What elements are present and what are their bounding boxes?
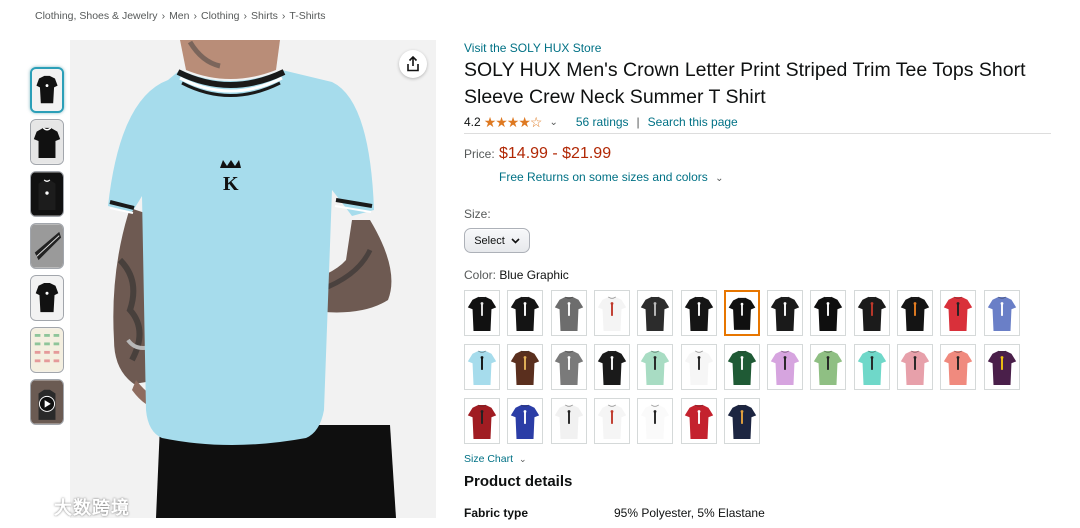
color-swatch[interactable] <box>723 344 760 390</box>
color-swatch[interactable] <box>593 290 630 336</box>
color-swatch[interactable] <box>637 344 674 390</box>
price-row: Price: $14.99 - $21.99 <box>464 145 1054 163</box>
thumbnail-3[interactable] <box>30 171 64 217</box>
chevron-down-icon <box>511 237 520 244</box>
breadcrumb-item[interactable]: Shirts <box>251 10 278 22</box>
star-rating-icon[interactable]: ★★★★☆ <box>484 114 543 131</box>
color-value: Blue Graphic <box>499 268 569 282</box>
color-swatch[interactable] <box>810 344 847 390</box>
breadcrumb: Clothing, Shoes & Jewelry › Men › Clothing › S… <box>35 10 326 22</box>
search-page-link[interactable]: Search this page <box>648 115 738 129</box>
fabric-type-row: Fabric type 95% Polyester, 5% Elastane <box>464 506 765 520</box>
breadcrumb-separator: › <box>281 10 286 22</box>
color-swatch[interactable] <box>464 290 500 336</box>
color-swatch[interactable] <box>723 290 760 336</box>
color-swatch[interactable] <box>637 398 674 444</box>
size-select-dropdown[interactable]: Select <box>464 228 530 253</box>
color-swatch[interactable] <box>983 344 1020 390</box>
divider <box>464 133 1051 134</box>
watermark-logo-icon <box>9 499 46 515</box>
thumbnail-strip <box>30 67 66 431</box>
thumbnail-4[interactable] <box>30 223 64 269</box>
thumbnail-video[interactable] <box>30 379 64 425</box>
color-swatch[interactable] <box>680 290 717 336</box>
product-title: SOLY HUX Men's Crown Letter Print Stripe… <box>464 59 1026 108</box>
free-returns-text: Free Returns on some sizes and colors <box>499 170 708 184</box>
color-label: Color: <box>464 268 497 282</box>
watermark-text: 大数跨境 <box>54 498 130 518</box>
color-swatch[interactable] <box>853 290 890 336</box>
color-swatch[interactable] <box>507 398 544 444</box>
price-value: $14.99 - $21.99 <box>499 145 612 162</box>
color-swatch[interactable] <box>723 398 760 444</box>
breadcrumb-item[interactable]: Clothing, Shoes & Jewelry <box>35 10 158 22</box>
breadcrumb-separator: › <box>243 10 248 22</box>
color-swatch[interactable] <box>897 290 933 336</box>
main-product-image[interactable]: K <box>70 40 436 518</box>
color-swatch[interactable] <box>767 344 804 390</box>
thumbnail-6[interactable] <box>30 327 64 373</box>
breadcrumb-item[interactable]: Clothing <box>201 10 240 22</box>
svg-text:K: K <box>223 173 239 195</box>
product-details-heading: Product details <box>464 473 573 490</box>
size-label: Size: <box>464 207 491 221</box>
color-swatch[interactable] <box>507 344 544 390</box>
color-swatch[interactable] <box>637 290 674 336</box>
rating-row: 4.2 ★★★★☆ ⌄ 56 ratings | Search this pag… <box>464 113 1054 131</box>
share-icon <box>407 56 419 72</box>
size-chart-link[interactable]: Size Chart ⌄ <box>464 453 527 465</box>
watermark: 大数跨境 <box>8 494 130 520</box>
color-swatch[interactable] <box>897 344 933 390</box>
fabric-type-label: Fabric type <box>464 506 529 520</box>
breadcrumb-separator: › <box>161 10 166 22</box>
color-swatch[interactable] <box>940 344 977 390</box>
size-chart-text: Size Chart <box>464 453 514 465</box>
color-swatch[interactable] <box>464 344 500 390</box>
color-swatch[interactable] <box>853 344 890 390</box>
color-swatch[interactable] <box>550 290 587 336</box>
color-swatch[interactable] <box>680 398 717 444</box>
breadcrumb-item[interactable]: T-Shirts <box>289 10 325 22</box>
rating-value: 4.2 <box>464 115 481 129</box>
color-swatch[interactable] <box>680 344 717 390</box>
chevron-down-icon: ⌄ <box>715 173 724 184</box>
color-swatch[interactable] <box>593 344 630 390</box>
breadcrumb-separator: › <box>193 10 198 22</box>
color-label-row: Color: Blue Graphic <box>464 268 1054 282</box>
crown-logo: K <box>220 160 241 195</box>
color-swatch[interactable] <box>507 290 544 336</box>
color-swatch[interactable] <box>464 398 500 444</box>
color-swatch[interactable] <box>550 344 587 390</box>
store-link[interactable]: Visit the SOLY HUX Store <box>464 41 1054 55</box>
color-swatch[interactable] <box>940 290 977 336</box>
size-select-value: Select <box>474 234 505 247</box>
color-swatch[interactable] <box>593 398 630 444</box>
model-photo: K <box>70 40 436 518</box>
separator: | <box>636 115 640 129</box>
color-swatch[interactable] <box>983 290 1020 336</box>
ratings-count-link[interactable]: 56 ratings <box>576 115 629 129</box>
color-swatch[interactable] <box>767 290 804 336</box>
product-info: Visit the SOLY HUX Store SOLY HUX Men's … <box>464 40 1054 282</box>
color-swatch[interactable] <box>550 398 587 444</box>
breadcrumb-item[interactable]: Men <box>169 10 189 22</box>
free-returns-link[interactable]: Free Returns on some sizes and colors ⌄ <box>499 170 1054 184</box>
price-label: Price: <box>464 147 495 161</box>
share-button[interactable] <box>399 50 427 78</box>
color-swatch[interactable] <box>810 290 847 336</box>
chevron-down-icon[interactable]: ⌄ <box>549 117 557 128</box>
chevron-down-icon: ⌄ <box>518 454 527 464</box>
thumbnail-1[interactable] <box>30 67 64 113</box>
fabric-type-value: 95% Polyester, 5% Elastane <box>614 506 765 520</box>
thumbnail-2[interactable] <box>30 119 64 165</box>
thumbnail-5[interactable] <box>30 275 64 321</box>
